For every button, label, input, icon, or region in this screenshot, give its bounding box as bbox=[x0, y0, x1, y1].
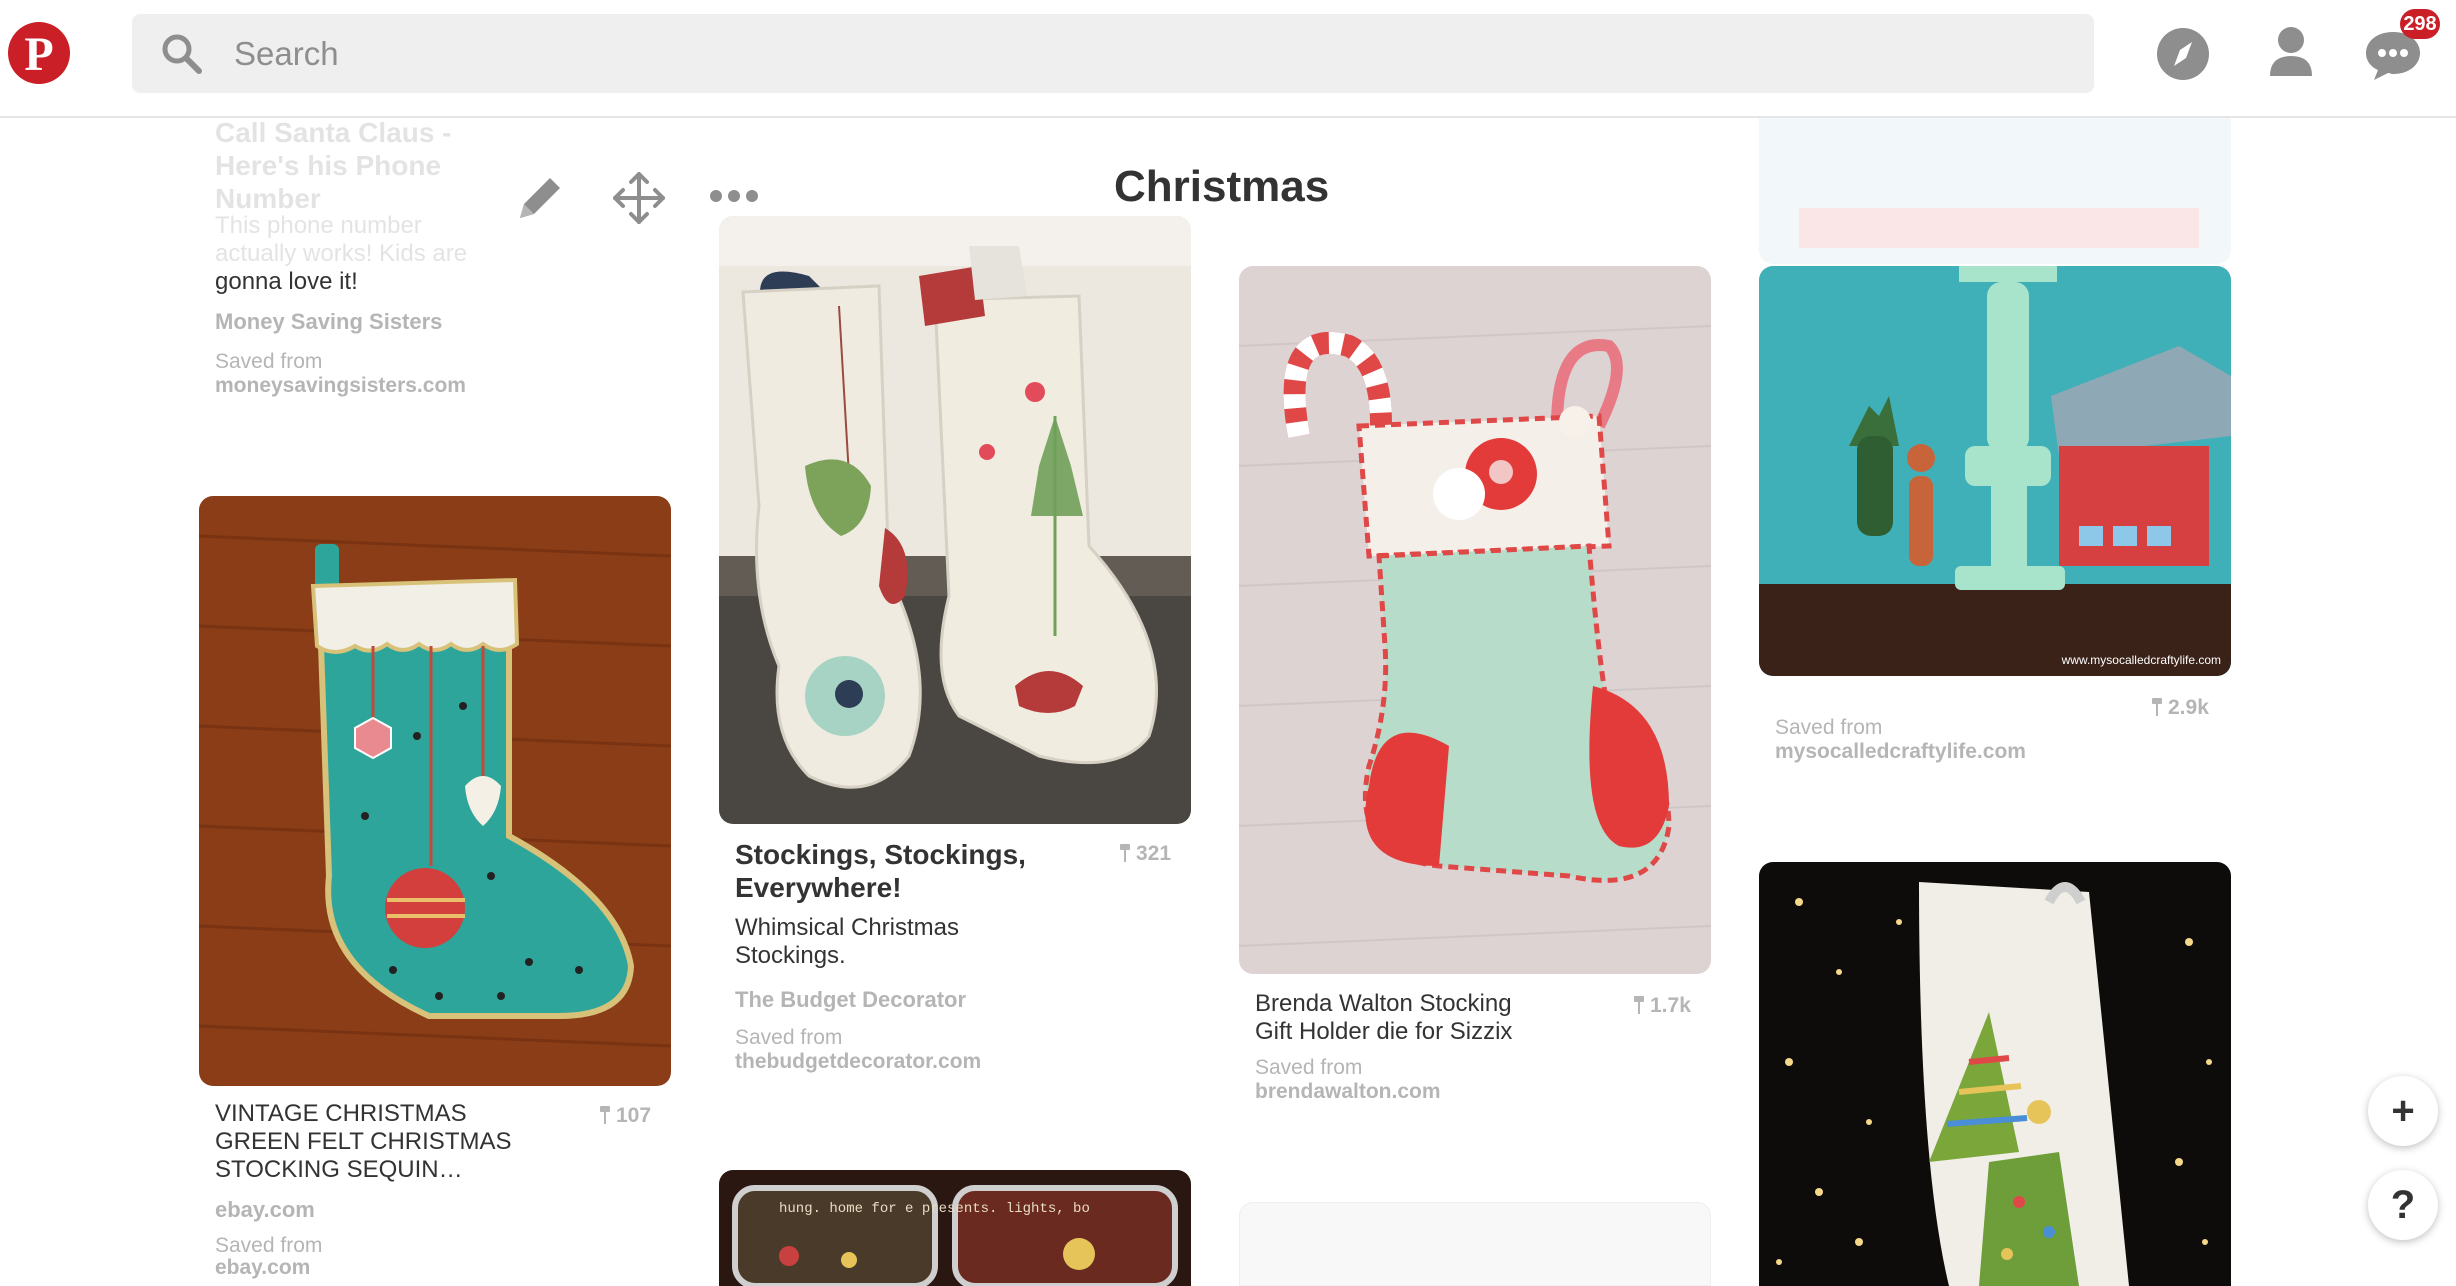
pin-image-whimsical-stockings[interactable] bbox=[719, 216, 1191, 824]
pin-icon bbox=[600, 1106, 610, 1124]
pin-icon bbox=[1634, 996, 1644, 1014]
repin-count: 321 bbox=[1120, 842, 1171, 866]
pinterest-logo[interactable]: P bbox=[8, 22, 70, 84]
search-bar[interactable] bbox=[132, 14, 2094, 93]
pin-image-faded bbox=[1759, 118, 2231, 264]
pin-description: gonna love it! bbox=[215, 268, 358, 295]
pin-source[interactable]: ebay.com bbox=[215, 1196, 315, 1224]
add-pin-button[interactable]: + bbox=[2368, 1076, 2438, 1146]
pin-image-advent-tins[interactable]: hung. home for e presents. lights, bo bbox=[719, 1170, 1191, 1286]
repin-count: 1.7k bbox=[1634, 994, 1691, 1018]
pin-image-placeholder[interactable] bbox=[1239, 1202, 1711, 1286]
pin-domain[interactable]: ebay.com bbox=[215, 1256, 310, 1280]
pin-icon bbox=[2152, 698, 2162, 716]
pencil-icon[interactable] bbox=[508, 166, 572, 230]
saved-from-label: Saved from bbox=[1255, 1056, 1363, 1079]
pin-domain[interactable]: moneysavingsisters.com bbox=[215, 374, 466, 398]
compass-icon[interactable] bbox=[2148, 18, 2218, 88]
user-icon[interactable] bbox=[2256, 18, 2326, 88]
pin-icon bbox=[1120, 844, 1130, 862]
tin-text: hung. home for e presents. lights, bo bbox=[779, 1201, 1090, 1217]
pin-domain[interactable]: brendawalton.com bbox=[1255, 1080, 1441, 1104]
pin-image-tree-stocking[interactable] bbox=[1759, 862, 2231, 1286]
image-watermark: www.mysocalledcraftylife.com bbox=[2061, 653, 2221, 667]
svg-text:P: P bbox=[24, 28, 53, 81]
saved-from-label: Saved from bbox=[735, 1026, 843, 1049]
pin-source[interactable]: Money Saving Sisters bbox=[215, 308, 442, 336]
saved-from-label: Saved from bbox=[1775, 716, 1883, 739]
help-button[interactable]: ? bbox=[2368, 1170, 2438, 1240]
search-icon bbox=[160, 32, 204, 81]
pin-image-felt-stocking-holder[interactable] bbox=[1239, 266, 1711, 974]
notification-badge: 298 bbox=[2400, 9, 2440, 39]
board-title: Christmas bbox=[1114, 162, 1330, 211]
pin-image-green-stocking[interactable] bbox=[199, 496, 671, 1086]
saved-from-label: Saved from bbox=[215, 350, 323, 373]
pin-domain[interactable]: thebudgetdecorator.com bbox=[735, 1050, 981, 1074]
pin-title-faded: Call Santa Claus - Here's his Phone Numb… bbox=[215, 117, 452, 214]
pin-title[interactable]: VINTAGE CHRISTMAS GREEN FELT CHRISTMAS S… bbox=[215, 1100, 535, 1184]
repin-count: 2.9k bbox=[2152, 696, 2209, 720]
pin-title[interactable]: Brenda Walton Stocking Gift Holder die f… bbox=[1255, 990, 1555, 1046]
pin-title[interactable]: Stockings, Stockings, Everywhere! bbox=[735, 838, 1065, 904]
search-input[interactable] bbox=[234, 14, 2034, 93]
top-header: P 298 bbox=[0, 0, 2456, 118]
pin-source[interactable]: The Budget Decorator bbox=[735, 986, 966, 1014]
pin-description: Whimsical Christmas Stockings. bbox=[735, 914, 960, 969]
repin-count: 107 bbox=[600, 1104, 651, 1128]
pin-description-faded: This phone number actually works! Kids a… bbox=[215, 212, 468, 267]
pin-domain[interactable]: mysocalledcraftylife.com bbox=[1775, 740, 2026, 764]
saved-from-label: Saved from bbox=[215, 1234, 323, 1257]
move-icon[interactable] bbox=[607, 166, 671, 230]
pin-image-crafty-house[interactable]: www.mysocalledcraftylife.com bbox=[1759, 266, 2231, 676]
